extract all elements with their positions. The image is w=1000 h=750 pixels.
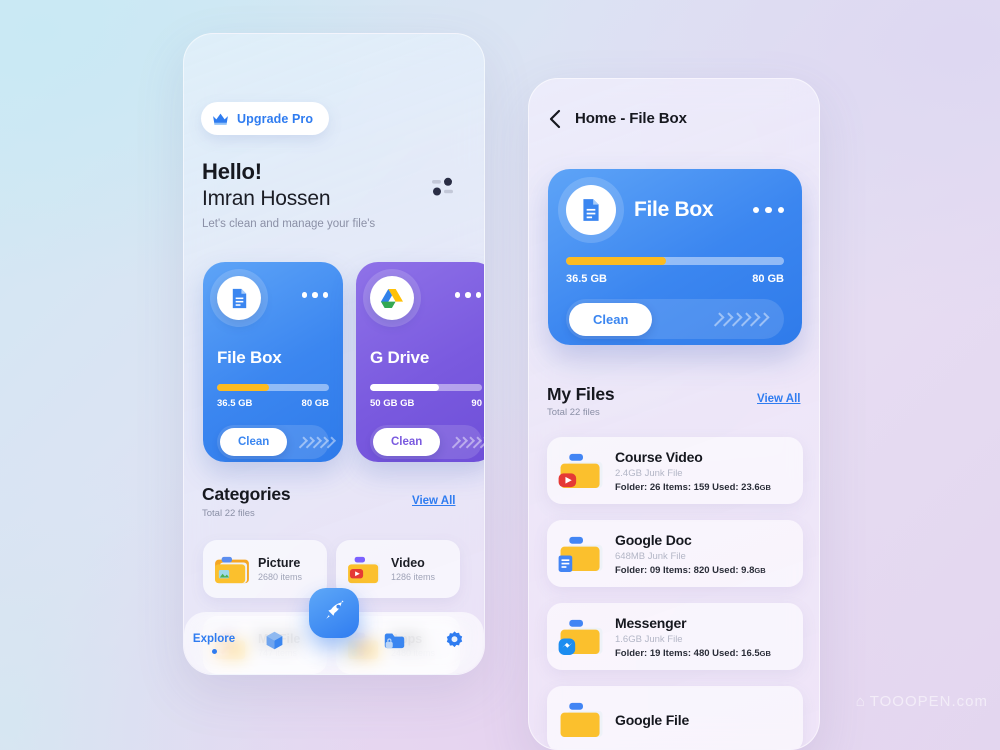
home-glyph-icon: ⌂ <box>855 693 866 710</box>
document-icon <box>217 276 261 320</box>
file-name: Google File <box>615 711 690 728</box>
storage-total: 80 GB <box>301 398 329 409</box>
chevrons-icon <box>449 435 484 449</box>
category-name: Picture <box>258 556 301 570</box>
cube-icon <box>264 630 285 656</box>
storage-progress-bar <box>566 257 784 265</box>
card-menu-icon[interactable] <box>301 292 328 298</box>
file-box-detail-panel: Home - File Box File Box 36.5 GB 80 GB C… <box>528 78 820 750</box>
category-name: Video <box>391 556 425 570</box>
greeting-text: Hello! <box>202 159 262 184</box>
categories-title: Categories <box>202 484 291 504</box>
clean-action-row[interactable]: Clean <box>566 299 784 339</box>
file-name: Google Doc <box>615 531 692 548</box>
file-name: Course Video <box>615 448 703 465</box>
storage-card-g-drive[interactable]: G Drive 50 GB GB 90 Clean <box>356 262 484 462</box>
category-count: 2680 items <box>258 572 303 582</box>
chevrons-icon <box>296 435 337 449</box>
folder-youtube-icon <box>558 451 606 490</box>
rocket-fab-button[interactable] <box>309 588 359 638</box>
file-unit: GB <box>759 648 771 658</box>
clean-action-row[interactable]: Clean <box>217 425 337 459</box>
storage-total: 90 <box>471 398 482 409</box>
file-junk: 648MB Junk File <box>615 550 686 562</box>
file-meta: Folder: 09 Items: 820 Used: 9.8 <box>615 564 755 576</box>
file-list-item[interactable]: Course Video 2.4GB Junk File Folder: 26 … <box>547 437 803 504</box>
my-files-view-all-link[interactable]: View All <box>757 393 800 405</box>
storage-total: 80 GB <box>752 273 784 285</box>
bottom-navigation: Explore <box>184 588 484 674</box>
storage-card-file-box-detail[interactable]: File Box 36.5 GB 80 GB Clean <box>548 169 802 345</box>
storage-card-name: File Box <box>217 348 282 367</box>
storage-card-name: File Box <box>634 198 714 221</box>
file-unit: GB <box>759 482 771 492</box>
watermark-text: TOOOPEN.com <box>869 693 988 710</box>
folder-youtube-icon <box>346 554 384 585</box>
file-unit: GB <box>754 565 766 575</box>
storage-used: 36.5 GB <box>217 398 253 409</box>
storage-card-file-box[interactable]: File Box 36.5 GB 80 GB Clean <box>203 262 343 462</box>
storage-used: 36.5 GB <box>566 273 607 285</box>
upgrade-pro-button[interactable]: Upgrade Pro <box>201 102 330 135</box>
page-title: Home - File Box <box>575 110 687 127</box>
nav-item-explore[interactable]: Explore <box>184 633 244 654</box>
nav-item-settings[interactable] <box>424 630 484 656</box>
folder-lock-icon <box>383 631 406 656</box>
clean-button[interactable]: Clean <box>220 428 288 456</box>
categories-view-all-link[interactable]: View All <box>412 495 455 507</box>
folder-google-doc-icon <box>558 534 606 573</box>
folder-messenger-icon <box>558 617 606 656</box>
file-list-item[interactable]: Messenger 1.6GB Junk File Folder: 19 Ite… <box>547 603 803 670</box>
crown-icon <box>212 112 229 126</box>
gear-icon <box>444 630 465 656</box>
user-name: Imran Hossen <box>202 187 331 210</box>
storage-progress-bar <box>370 384 482 391</box>
upgrade-pro-label: Upgrade Pro <box>237 111 314 126</box>
file-meta: Folder: 19 Items: 480 Used: 16.5 <box>615 647 760 659</box>
file-junk: 2.4GB Junk File <box>615 467 683 479</box>
nav-item-folder-lock[interactable] <box>364 631 424 656</box>
clean-button[interactable]: Clean <box>373 428 441 456</box>
category-card-picture[interactable]: Picture 2680 items <box>203 540 327 598</box>
folder-icon <box>558 700 606 739</box>
file-meta: Folder: 26 Items: 159 Used: 23.6 <box>615 481 760 493</box>
subtitle-text: Let's clean and manage your file's <box>202 218 376 230</box>
google-drive-icon <box>370 276 414 320</box>
category-count: 1286 items <box>391 572 436 582</box>
chevron-left-icon[interactable] <box>547 109 563 129</box>
file-junk: 1.6GB Junk File <box>615 633 683 645</box>
more-horizontal-icon[interactable] <box>752 206 784 214</box>
file-name: Messenger <box>615 614 687 631</box>
clean-action-row[interactable]: Clean <box>370 425 484 459</box>
chevrons-icon <box>710 311 770 327</box>
categories-subtitle: Total 22 files <box>202 508 255 519</box>
category-card-video[interactable]: Video 1286 items <box>336 540 460 598</box>
watermark: ⌂ TOOOPEN.com <box>856 693 988 710</box>
nav-explore-label: Explore <box>192 632 236 645</box>
document-icon <box>566 185 616 235</box>
file-list-item[interactable]: Google Doc 648MB Junk File Folder: 09 It… <box>547 520 803 587</box>
file-list-item[interactable]: Google File <box>547 686 803 749</box>
storage-used: 50 GB GB <box>370 398 415 409</box>
nav-item-cube[interactable] <box>244 630 304 656</box>
storage-progress-bar <box>217 384 329 391</box>
my-files-subtitle: Total 22 files <box>547 407 600 418</box>
storage-card-name: G Drive <box>370 348 430 367</box>
clean-button[interactable]: Clean <box>569 302 653 336</box>
my-files-title: My Files <box>547 384 615 404</box>
rocket-icon <box>322 598 347 628</box>
active-indicator-dot <box>211 648 217 654</box>
folder-image-icon <box>213 554 251 585</box>
card-menu-icon[interactable] <box>454 292 481 298</box>
filter-icon[interactable] <box>431 176 457 198</box>
home-panel: Upgrade Pro Hello! Imran Hossen Let's cl… <box>183 33 485 675</box>
